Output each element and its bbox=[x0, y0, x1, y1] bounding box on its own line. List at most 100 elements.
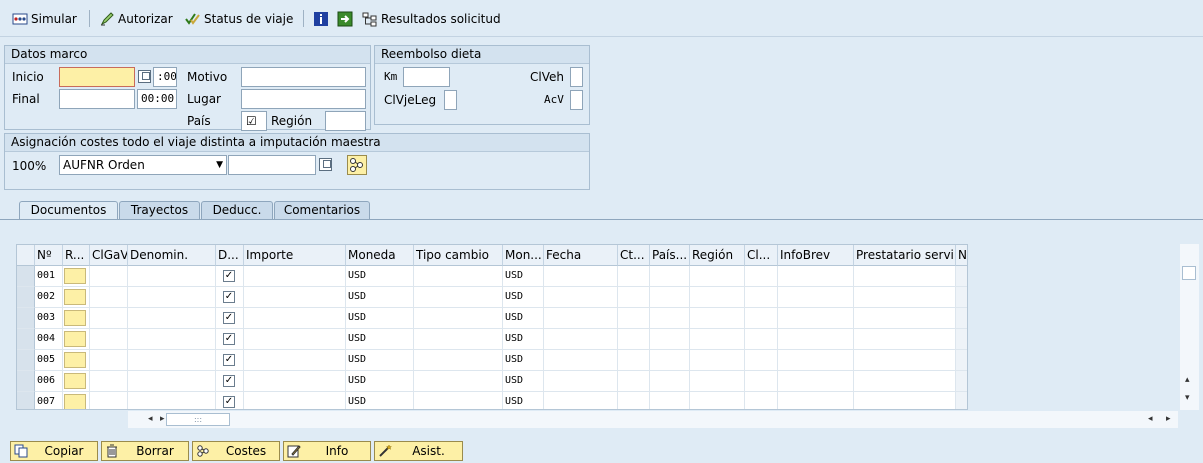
cell-pais[interactable] bbox=[650, 392, 690, 409]
cell-pais[interactable] bbox=[650, 287, 690, 308]
cell-tipo-cambio[interactable] bbox=[414, 266, 503, 287]
calendar-copy-icon[interactable] bbox=[138, 70, 151, 83]
cell-cl[interactable] bbox=[745, 350, 778, 371]
cell-region[interactable] bbox=[690, 266, 745, 287]
simular-button[interactable]: Simular bbox=[12, 9, 77, 29]
cell-region[interactable] bbox=[690, 287, 745, 308]
cell-clgav[interactable] bbox=[90, 308, 128, 329]
cell-tipo-cambio[interactable] bbox=[414, 392, 503, 409]
cell-ct[interactable] bbox=[618, 308, 650, 329]
cell-cl[interactable] bbox=[745, 308, 778, 329]
cell-ct[interactable] bbox=[618, 329, 650, 350]
col-header-importe[interactable]: Importe bbox=[244, 245, 346, 266]
cell-clgav[interactable] bbox=[90, 392, 128, 409]
cell-fecha[interactable] bbox=[544, 308, 618, 329]
region-field[interactable] bbox=[325, 111, 366, 131]
cell-denomin[interactable] bbox=[128, 329, 216, 350]
horizontal-scroll-thumb[interactable]: ::: bbox=[166, 413, 230, 426]
lugar-field[interactable] bbox=[241, 89, 366, 109]
cell-clgav[interactable] bbox=[90, 371, 128, 392]
col-header-clgav[interactable]: ClGaV bbox=[90, 245, 128, 266]
cell-pais[interactable] bbox=[650, 371, 690, 392]
cell-clgav[interactable] bbox=[90, 287, 128, 308]
autorizar-button[interactable]: Autorizar bbox=[99, 9, 173, 29]
col-header-nro[interactable]: Nº bbox=[35, 245, 63, 266]
row-selector[interactable] bbox=[17, 287, 35, 308]
cell-infobrev[interactable] bbox=[778, 371, 854, 392]
cell-clgav[interactable] bbox=[90, 329, 128, 350]
tab-comentarios[interactable]: Comentarios bbox=[274, 201, 370, 220]
row-selector[interactable] bbox=[17, 329, 35, 350]
cell-fecha[interactable] bbox=[544, 392, 618, 409]
row-checkbox[interactable]: ✓ bbox=[223, 312, 235, 324]
cell-infobrev[interactable] bbox=[778, 329, 854, 350]
cell-r[interactable] bbox=[63, 266, 90, 287]
clvjeleg-field[interactable] bbox=[444, 90, 457, 110]
col-header-denomin[interactable]: Denomin. bbox=[128, 245, 216, 266]
cell-importe[interactable] bbox=[244, 308, 346, 329]
cell-tipo-cambio[interactable] bbox=[414, 329, 503, 350]
cell-denomin[interactable] bbox=[128, 308, 216, 329]
cell-denomin[interactable] bbox=[128, 266, 216, 287]
row-selector[interactable] bbox=[17, 350, 35, 371]
cell-tipo-cambio[interactable] bbox=[414, 308, 503, 329]
cell-region[interactable] bbox=[690, 371, 745, 392]
col-header-region[interactable]: Región bbox=[690, 245, 745, 266]
cell-fecha[interactable] bbox=[544, 329, 618, 350]
cell-fecha[interactable] bbox=[544, 266, 618, 287]
cell-importe[interactable] bbox=[244, 266, 346, 287]
cost-assignment-button[interactable] bbox=[347, 155, 367, 175]
cell-r[interactable] bbox=[63, 350, 90, 371]
copiar-button[interactable]: Copiar bbox=[10, 441, 98, 461]
cell-fecha[interactable] bbox=[544, 350, 618, 371]
cell-cl[interactable] bbox=[745, 266, 778, 287]
col-header-prestatario[interactable]: Prestatario servi... bbox=[854, 245, 956, 266]
cell-clgav[interactable] bbox=[90, 266, 128, 287]
col-header-r[interactable]: R... bbox=[63, 245, 90, 266]
acv-field[interactable] bbox=[570, 90, 583, 110]
col-header-infobrev[interactable]: InfoBrev bbox=[778, 245, 854, 266]
info-toolbar-button[interactable] bbox=[313, 9, 329, 29]
cell-d[interactable]: ✓ bbox=[216, 392, 244, 409]
clveh-field[interactable] bbox=[570, 67, 583, 87]
receipt-input[interactable] bbox=[64, 331, 86, 347]
cell-infobrev[interactable] bbox=[778, 308, 854, 329]
cell-fecha[interactable] bbox=[544, 287, 618, 308]
resultados-solicitud-button[interactable]: Resultados solicitud bbox=[362, 9, 501, 29]
horizontal-scrollbar[interactable]: ◂ ▸ ::: ◂ ▸ bbox=[128, 411, 1178, 428]
cell-d[interactable]: ✓ bbox=[216, 287, 244, 308]
row-checkbox[interactable]: ✓ bbox=[223, 396, 235, 408]
status-viaje-button[interactable]: Status de viaje bbox=[185, 9, 293, 29]
cell-n[interactable] bbox=[956, 392, 967, 409]
cell-prestatario[interactable] bbox=[854, 371, 956, 392]
cell-n[interactable] bbox=[956, 329, 967, 350]
cell-infobrev[interactable] bbox=[778, 266, 854, 287]
scroll-down-icon[interactable]: ▾ bbox=[1185, 390, 1190, 407]
km-field[interactable] bbox=[403, 67, 450, 87]
col-header-fecha[interactable]: Fecha bbox=[544, 245, 618, 266]
tab-deducc[interactable]: Deducc. bbox=[201, 201, 273, 220]
asignacion-type-select[interactable]: AUFNR Orden ▼ bbox=[59, 155, 227, 175]
refresh-button[interactable] bbox=[337, 9, 353, 29]
cell-region[interactable] bbox=[690, 350, 745, 371]
asist-button[interactable]: Asist. bbox=[374, 441, 463, 461]
cell-d[interactable]: ✓ bbox=[216, 266, 244, 287]
cell-importe[interactable] bbox=[244, 392, 346, 409]
cell-r[interactable] bbox=[63, 371, 90, 392]
select-all-header[interactable] bbox=[17, 245, 35, 266]
receipt-input[interactable] bbox=[64, 310, 86, 326]
cell-n[interactable] bbox=[956, 287, 967, 308]
cell-cl[interactable] bbox=[745, 287, 778, 308]
receipt-input[interactable] bbox=[64, 394, 86, 409]
final-time-field[interactable]: 00:00 bbox=[137, 89, 177, 109]
cell-n[interactable] bbox=[956, 308, 967, 329]
copy-icon[interactable] bbox=[319, 158, 332, 171]
cell-ct[interactable] bbox=[618, 350, 650, 371]
cell-region[interactable] bbox=[690, 308, 745, 329]
cell-pais[interactable] bbox=[650, 350, 690, 371]
cell-ct[interactable] bbox=[618, 287, 650, 308]
row-selector[interactable] bbox=[17, 392, 35, 409]
cell-pais[interactable] bbox=[650, 266, 690, 287]
cell-pais[interactable] bbox=[650, 308, 690, 329]
cell-region[interactable] bbox=[690, 392, 745, 409]
